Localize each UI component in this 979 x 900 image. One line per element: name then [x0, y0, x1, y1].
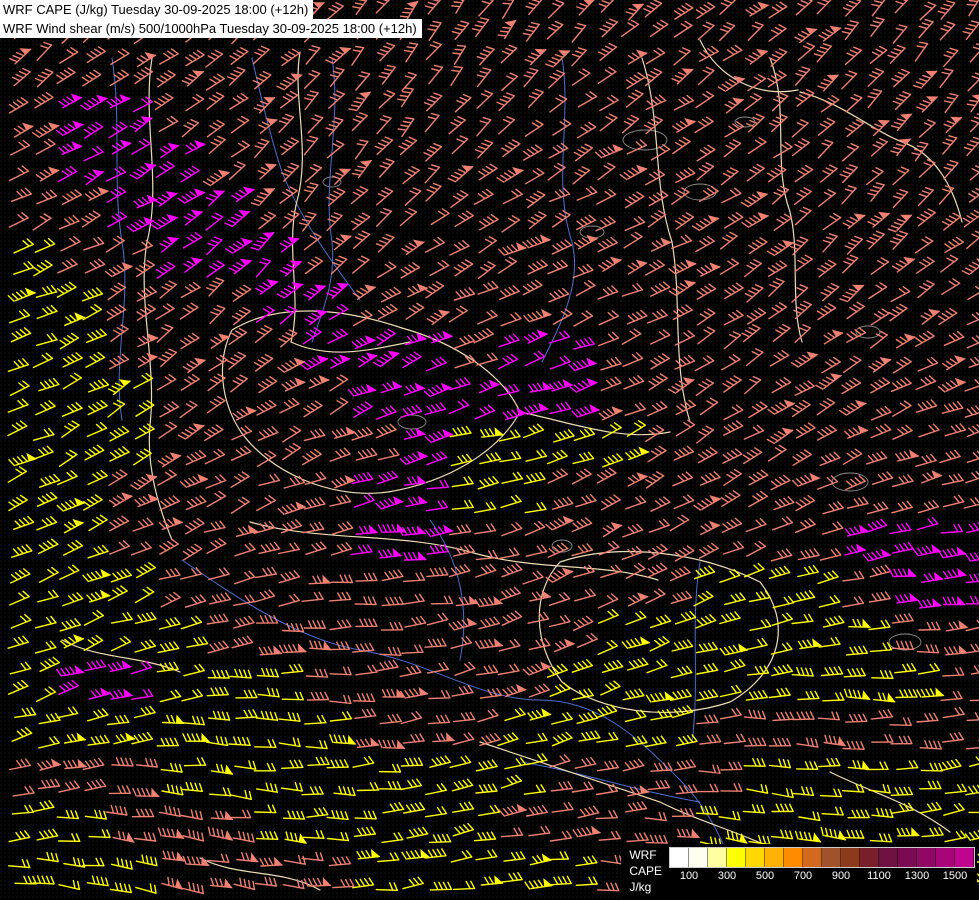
legend-colorbar: 100 300 500 700 900 1100 1300 1500 — [669, 847, 975, 885]
legend-swatch — [841, 848, 860, 867]
legend-swatch — [708, 848, 727, 867]
weather-map — [0, 0, 979, 900]
legend-swatch — [879, 848, 898, 867]
title-line-windshear: WRF Wind shear (m/s) 500/1000hPa Tuesday… — [0, 19, 422, 38]
legend-labels: WRF CAPE J/kg — [629, 847, 662, 895]
legend-tick-label: 300 — [718, 870, 736, 882]
legend-tick-label: 500 — [756, 870, 774, 882]
legend-swatch — [670, 848, 689, 867]
legend-swatch — [746, 848, 765, 867]
legend-model-label: WRF — [629, 847, 662, 863]
weather-map-page: WRF CAPE (J/kg) Tuesday 30-09-2025 18:00… — [0, 0, 979, 900]
legend-ticks: 100 300 500 700 900 1100 1300 1500 — [669, 870, 973, 885]
legend-swatch — [689, 848, 708, 867]
legend-swatch — [898, 848, 917, 867]
legend-tick-label: 700 — [794, 870, 812, 882]
legend-tick-label: 100 — [680, 870, 698, 882]
title-line-cape: WRF CAPE (J/kg) Tuesday 30-09-2025 18:00… — [0, 0, 313, 19]
legend-swatch — [803, 848, 822, 867]
legend-swatch — [784, 848, 803, 867]
legend-swatch — [727, 848, 746, 867]
legend-swatch — [765, 848, 784, 867]
legend-variable-label: CAPE — [629, 863, 662, 879]
legend-swatch — [955, 848, 974, 867]
legend-tick-label: 900 — [832, 870, 850, 882]
legend-tick-label: 1100 — [867, 870, 891, 882]
legend-tick-label: 1500 — [943, 870, 967, 882]
legend-unit-label: J/kg — [629, 879, 662, 895]
legend-swatch — [860, 848, 879, 867]
legend-swatch — [822, 848, 841, 867]
legend-swatch — [936, 848, 955, 867]
legend-tick-label: 1300 — [905, 870, 929, 882]
legend: WRF CAPE J/kg 100 300 500 700 900 1100 1300 150… — [621, 844, 977, 898]
legend-swatch — [917, 848, 936, 867]
legend-swatches — [669, 847, 975, 868]
